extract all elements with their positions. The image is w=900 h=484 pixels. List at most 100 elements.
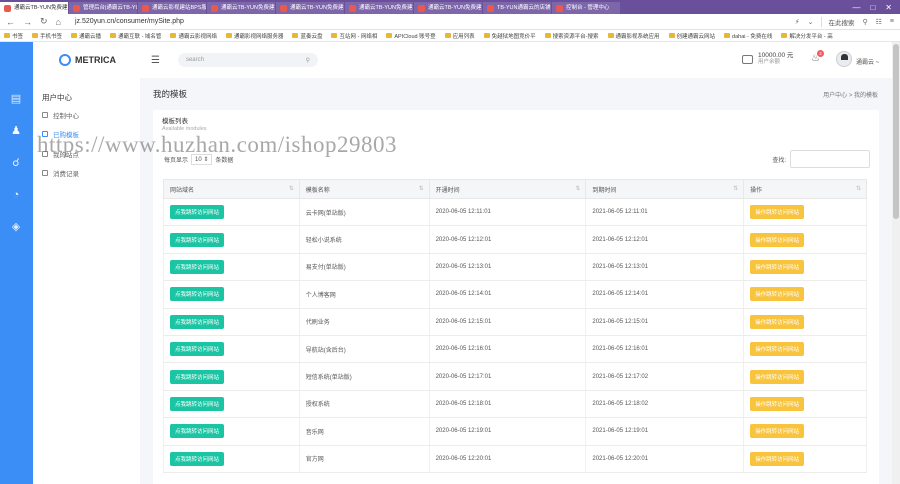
browser-tab[interactable]: 管理后台|通霸云TB-YUN免费建	[69, 2, 137, 14]
filter-input[interactable]	[790, 150, 870, 168]
table-row: 点我跳转访问网站 官方网 2020-06-05 12:20:01 2021-06-05…	[163, 445, 867, 473]
bookmark-item[interactable]: APICloud 账号登	[386, 32, 436, 40]
scrollbar-thumb[interactable]	[893, 44, 899, 219]
balance-widget[interactable]: 10000.00 元 用户余额	[742, 52, 793, 66]
action-button[interactable]: 操作跳转访问网站	[750, 451, 805, 466]
cart-icon[interactable]: ☌	[9, 156, 23, 170]
pie-chart-icon[interactable]: ◔	[9, 188, 23, 202]
browser-tab[interactable]: 通霸云TB-YUN免费建站系统	[276, 2, 344, 14]
forward-icon[interactable]: →	[23, 17, 32, 27]
sidebar-item[interactable]: 控制中心	[33, 105, 140, 125]
extensions-icon[interactable]: ☷	[876, 18, 882, 26]
bookmark-item[interactable]: 免越狱地图竞价平	[483, 32, 536, 40]
visit-site-button[interactable]: 点我跳转访问网站	[170, 424, 225, 439]
browser-tab[interactable]: 控制台 - 管理中心	[552, 2, 620, 14]
bookmark-item[interactable]: 手机书签	[32, 32, 62, 40]
folder-icon	[32, 33, 39, 38]
bookmark-item[interactable]: 书签	[4, 32, 23, 40]
visit-site-button[interactable]: 点我跳转访问网站	[170, 259, 225, 274]
page-length-select[interactable]: 10 ⇕	[191, 154, 213, 165]
action-button[interactable]: 操作跳转访问网站	[750, 424, 805, 439]
sidebar-item[interactable]: 消费记录	[33, 164, 140, 184]
action-button[interactable]: 操作跳转访问网站	[750, 342, 805, 357]
menu-icon[interactable]: ≡	[890, 18, 894, 25]
back-icon[interactable]: ←	[6, 17, 15, 27]
bookmark-item[interactable]: dahai - 免费在线	[724, 32, 772, 40]
brand-logo[interactable]: METRICA	[33, 42, 140, 78]
sidebar-item-label: 消费记录	[53, 171, 79, 179]
visit-site-button[interactable]: 点我跳转访问网站	[170, 205, 225, 220]
bookmark-item[interactable]: 应用列表	[444, 32, 475, 40]
bookmark-item[interactable]: 通霸影视系统应用	[607, 32, 660, 40]
bookmark-item[interactable]: 解决分发平台 - 高	[781, 32, 833, 40]
column-header[interactable]: 操作 ⇅	[743, 179, 867, 199]
browser-tab[interactable]: 通霸云TB-YUN免费建站系统	[345, 2, 413, 14]
visit-site-button[interactable]: 点我跳转访问网站	[170, 232, 225, 247]
template-name: 代刷业务	[305, 320, 330, 327]
column-header[interactable]: 网站域名 ⇅	[163, 179, 300, 199]
action-button[interactable]: 操作跳转访问网站	[750, 232, 805, 247]
sort-icon[interactable]: ⇅	[575, 185, 580, 192]
close-icon[interactable]: ✕	[885, 3, 892, 12]
avatar[interactable]	[836, 51, 852, 67]
visit-site-button[interactable]: 点我跳转访问网站	[170, 342, 225, 357]
bookmark-label: 解决分发平台 - 高	[789, 33, 833, 40]
action-button[interactable]: 操作跳转访问网站	[750, 287, 805, 302]
search-input[interactable]: search ⚲	[177, 53, 318, 67]
bookmark-item[interactable]: 蓝奏云盘	[292, 32, 322, 40]
search-icon[interactable]: ⚲	[862, 18, 867, 26]
action-button[interactable]: 操作跳转访问网站	[750, 259, 805, 274]
lightning-icon[interactable]: ⚡	[795, 18, 800, 26]
action-button[interactable]: 操作跳转访问网站	[750, 314, 805, 329]
bookmark-item[interactable]: 通霸云影视网络	[170, 32, 217, 40]
minimize-icon[interactable]: —	[852, 3, 860, 12]
table-cell: 2020-06-05 12:14:01	[428, 280, 587, 309]
home-icon[interactable]: ⌂	[56, 17, 61, 27]
browser-tab[interactable]: 通霸云影视建站BPS服务	[138, 2, 206, 14]
reload-icon[interactable]: ↻	[40, 16, 48, 27]
column-header[interactable]: 到期时间 ⇅	[585, 179, 745, 199]
sort-icon[interactable]: ⇅	[856, 185, 861, 192]
browser-tab[interactable]: 通霸云TB-YUN免费建站系统	[0, 2, 68, 14]
browser-search-input[interactable]: 在此搜索	[821, 16, 854, 27]
column-header[interactable]: 开通时间 ⇅	[428, 179, 587, 199]
url-field[interactable]: jz.520yun.cn/consumer/mySite.php	[75, 18, 184, 25]
action-button[interactable]: 操作跳转访问网站	[750, 396, 805, 411]
hamburger-icon[interactable]: ☰	[151, 55, 160, 66]
bookmark-item[interactable]: 互站网 - 网络相	[331, 32, 377, 40]
column-header[interactable]: 模板名称 ⇅	[298, 179, 430, 199]
bookmark-item[interactable]: 通霸云播	[71, 32, 101, 40]
user-menu[interactable]: 通霸云 ~	[856, 57, 879, 66]
bookmark-item[interactable]: 搜索资源平台-搜索	[544, 32, 599, 40]
browser-tab-label: 通霸云TB-YUN免费建站系统	[359, 5, 413, 11]
table-cell: 代刷业务	[298, 308, 430, 336]
table-cell: 操作跳转访问网站	[743, 417, 867, 446]
browser-tab[interactable]: TB-YUN通霸云的店铺 - 互站网	[483, 2, 551, 14]
sort-icon[interactable]: ⇅	[289, 185, 294, 192]
sidebar-item[interactable]: 我的站点	[33, 144, 140, 164]
bookmark-item[interactable]: 通霸影视网络服务器	[225, 32, 283, 40]
bookmark-item[interactable]: 创建通霸云网站	[668, 32, 715, 40]
users-icon[interactable]: ♟	[9, 124, 23, 138]
page-scrollbar[interactable]	[892, 42, 900, 484]
maximize-icon[interactable]: □	[870, 3, 875, 12]
folder-icon	[444, 33, 451, 38]
sort-icon[interactable]: ⇅	[419, 185, 424, 192]
browser-tab[interactable]: 通霸云TB-YUN免费建站系统	[414, 2, 482, 14]
visit-site-button[interactable]: 点我跳转访问网站	[170, 314, 225, 329]
action-button[interactable]: 操作跳转访问网站	[750, 205, 805, 220]
layers-icon[interactable]: ◈	[9, 220, 23, 234]
browser-tab[interactable]: 通霸云TB-YUN免费建站系统	[207, 2, 275, 14]
folder-icon	[668, 33, 675, 38]
sidebar-item[interactable]: 已购模板	[33, 125, 140, 145]
sort-icon[interactable]: ⇅	[733, 185, 738, 192]
table-cell: 导航站(含后台)	[298, 335, 430, 364]
visit-site-button[interactable]: 点我跳转访问网站	[170, 396, 225, 411]
visit-site-button[interactable]: 点我跳转访问网站	[170, 451, 225, 466]
action-button[interactable]: 操作跳转访问网站	[750, 369, 805, 384]
bookmark-item[interactable]: 通霸互联 - 域名管	[110, 32, 161, 40]
chart-icon[interactable]: ▤	[9, 92, 23, 106]
visit-site-button[interactable]: 点我跳转访问网站	[170, 369, 225, 384]
visit-site-button[interactable]: 点我跳转访问网站	[170, 287, 225, 302]
dropdown-icon[interactable]: ⌄	[808, 18, 814, 26]
